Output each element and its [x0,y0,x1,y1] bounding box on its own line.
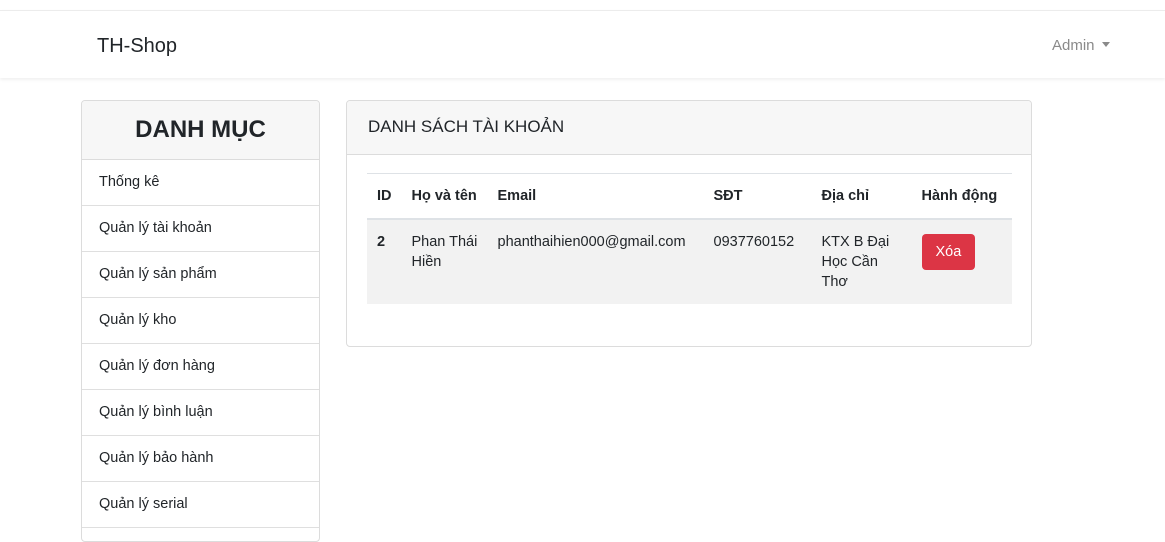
sidebar-item-statistics[interactable]: Thống kê [82,160,319,206]
sidebar-item-comments[interactable]: Quản lý bình luận [82,390,319,436]
sidebar-item-products[interactable]: Quản lý sản phẩm [82,252,319,298]
delete-button[interactable]: Xóa [921,234,976,270]
admin-user-menu[interactable]: Admin [1052,37,1110,54]
category-sidebar: DANH MỤC Thống kê Quản lý tài khoản Quản… [81,100,320,542]
column-header-id: ID [367,173,402,220]
top-navbar: TH-Shop Admin [0,10,1165,78]
sidebar-item-serial[interactable]: Quản lý serial [82,482,319,528]
cell-email: phanthaihien000@gmail.com [487,219,704,304]
sidebar-item-accounts[interactable]: Quản lý tài khoản [82,206,319,252]
cell-phone: 0937760152 [703,219,812,304]
sidebar-item-inventory[interactable]: Quản lý kho [82,298,319,344]
brand-logo[interactable]: TH-Shop [97,35,177,58]
account-table-wrapper: ID Họ và tên Email SĐT Địa chỉ Hành động… [367,173,1012,304]
cell-address: KTX B Đại Học Cần Thơ [811,219,912,304]
sidebar-item-orders[interactable]: Quản lý đơn hàng [82,344,319,390]
sidebar-title: DANH MỤC [82,101,319,160]
table-header-row: ID Họ và tên Email SĐT Địa chỉ Hành động [367,173,1012,220]
column-header-name: Họ và tên [401,173,488,220]
cell-name: Phan Thái Hiền [401,219,488,304]
column-header-address: Địa chỉ [811,173,912,220]
column-header-action: Hành động [911,173,1012,220]
account-table: ID Họ và tên Email SĐT Địa chỉ Hành động… [367,173,1012,304]
account-list-panel: DANH SÁCH TÀI KHOẢN ID Họ và tên Email S… [346,100,1032,347]
admin-user-menu-label: Admin [1052,37,1095,54]
cell-action: Xóa [911,219,1012,304]
cell-id: 2 [367,219,402,304]
panel-title: DANH SÁCH TÀI KHOẢN [347,101,1031,155]
table-row: 2 Phan Thái Hiền phanthaihien000@gmail.c… [367,219,1012,304]
column-header-phone: SĐT [703,173,812,220]
caret-down-icon [1101,42,1110,47]
column-header-email: Email [487,173,704,220]
sidebar-item-warranty[interactable]: Quản lý bảo hành [82,436,319,482]
